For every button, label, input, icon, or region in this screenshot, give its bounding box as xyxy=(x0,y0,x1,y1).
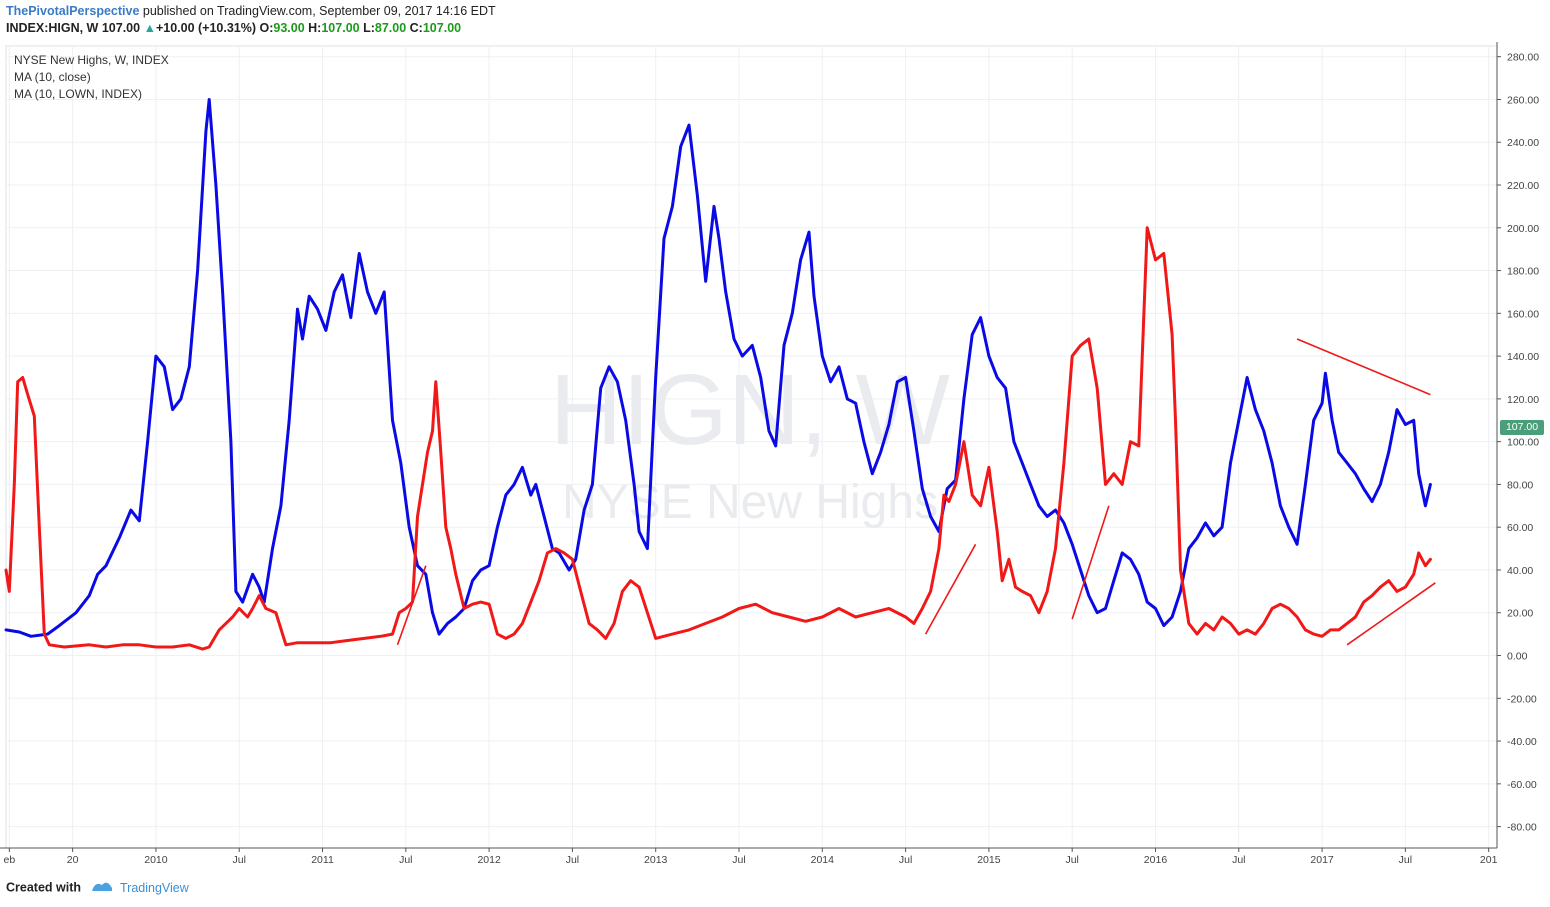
footer: Created with TradingView xyxy=(6,879,189,901)
x-tick-label: 2017 xyxy=(1310,854,1334,866)
x-tick-label: 2015 xyxy=(977,854,1001,866)
trend-line[interactable] xyxy=(396,565,427,646)
x-tick-label: eb xyxy=(3,854,15,866)
x-tick-label: Jul xyxy=(399,854,412,866)
x-tick-label: 2010 xyxy=(144,854,168,866)
y-tick-label: -80.00 xyxy=(1507,822,1537,834)
open-value: 93.00 xyxy=(273,21,305,35)
publish-line: ThePivotalPerspective published on Tradi… xyxy=(6,3,1546,20)
x-tick-label: Jul xyxy=(732,854,745,866)
publish-info: published on TradingView.com, September … xyxy=(142,4,496,18)
y-tick-label: 180.00 xyxy=(1507,266,1539,278)
x-tick-label: Jul xyxy=(1399,854,1412,866)
y-tick-label: 220.00 xyxy=(1507,180,1539,192)
trend-line[interactable] xyxy=(1346,582,1436,646)
x-tick-label: 2016 xyxy=(1144,854,1168,866)
trend-line[interactable] xyxy=(1296,338,1431,396)
y-tick-label: 80.00 xyxy=(1507,479,1533,491)
x-tick-label: Jul xyxy=(1065,854,1078,866)
y-tick-label: 20.00 xyxy=(1507,608,1533,620)
high-label: H: xyxy=(308,21,322,35)
y-tick-label: 120.00 xyxy=(1507,394,1539,406)
x-tick-label: 2012 xyxy=(477,854,501,866)
x-tick-label: Jul xyxy=(233,854,246,866)
chart-svg[interactable]: HIGN, W NYSE New Highs 280.00260.00240.0… xyxy=(0,42,1550,872)
study-legend: NYSE New Highs, W, INDEX MA (10, close) … xyxy=(14,52,169,103)
chart-area[interactable]: HIGN, W NYSE New Highs 280.00 260.00 240.0… xyxy=(0,42,1550,872)
last-price-tag: 107.00 xyxy=(1500,420,1544,435)
x-tick-label: 2014 xyxy=(811,854,835,866)
open-label: O: xyxy=(259,21,274,35)
x-tick-label: Jul xyxy=(1232,854,1245,866)
close-label: C: xyxy=(409,21,423,35)
y-tick-label: -60.00 xyxy=(1507,779,1537,791)
watermark-name: NYSE New Highs xyxy=(562,476,938,529)
y-tick-label: 60.00 xyxy=(1507,522,1533,534)
last-price: 107.00 xyxy=(101,21,141,35)
y-tick-label: -40.00 xyxy=(1507,736,1537,748)
chart-header: ThePivotalPerspective published on Tradi… xyxy=(6,3,1546,37)
x-tick-label: 201 xyxy=(1480,854,1498,866)
x-tick-label: 2011 xyxy=(311,854,334,866)
price-change: +10.00 (+10.31%) xyxy=(155,21,257,35)
y-tick-label: 160.00 xyxy=(1507,308,1539,320)
x-axis[interactable]: eb 20 2010 Jul 2011 Jul 2012 Jul 2013 Jul 2014 Jul 2… xyxy=(0,847,1498,866)
y-tick-label: 200.00 xyxy=(1507,223,1539,235)
high-value: 107.00 xyxy=(321,21,360,35)
close-value: 107.00 xyxy=(422,21,462,35)
x-tick-label: Jul xyxy=(899,854,912,866)
legend-ma-close[interactable]: MA (10, close) xyxy=(14,69,169,86)
low-label: L: xyxy=(363,21,375,35)
y-tick-label: -20.00 xyxy=(1507,693,1537,705)
y-tick-label: 40.00 xyxy=(1507,565,1533,577)
x-tick-label: 20 xyxy=(67,854,79,866)
y-tick-label: 140.00 xyxy=(1507,351,1539,363)
symbol-line: INDEX:HIGN, W 107.00 ▲+10.00 (+10.31%) O… xyxy=(6,20,1546,37)
created-with-label: Created with xyxy=(6,880,82,895)
x-tick-label: 2013 xyxy=(644,854,668,866)
y-tick-label: 240.00 xyxy=(1507,137,1539,149)
legend-main-series[interactable]: NYSE New Highs, W, INDEX xyxy=(14,52,169,69)
low-value: 87.00 xyxy=(374,21,407,35)
tradingview-link[interactable]: TradingView xyxy=(120,881,189,895)
legend-ma-lown[interactable]: MA (10, LOWN, INDEX) xyxy=(14,86,169,103)
y-axis[interactable]: 280.00 260.00 240.00 220.00 200.00 180.00 160.… xyxy=(1496,42,1539,848)
author-link[interactable]: ThePivotalPerspective xyxy=(6,4,139,18)
trend-line[interactable] xyxy=(924,543,977,635)
y-tick-label: 0.00 xyxy=(1507,651,1528,663)
y-tick-label: 100.00 xyxy=(1507,437,1539,449)
y-tick-label: 280.00 xyxy=(1507,52,1539,64)
up-arrow-icon: ▲ xyxy=(143,21,156,35)
x-tick-label: Jul xyxy=(566,854,579,866)
symbol-name: INDEX:HIGN, W xyxy=(6,21,99,35)
y-tick-label: 260.00 xyxy=(1507,94,1539,106)
tradingview-logo-icon[interactable] xyxy=(91,879,113,896)
